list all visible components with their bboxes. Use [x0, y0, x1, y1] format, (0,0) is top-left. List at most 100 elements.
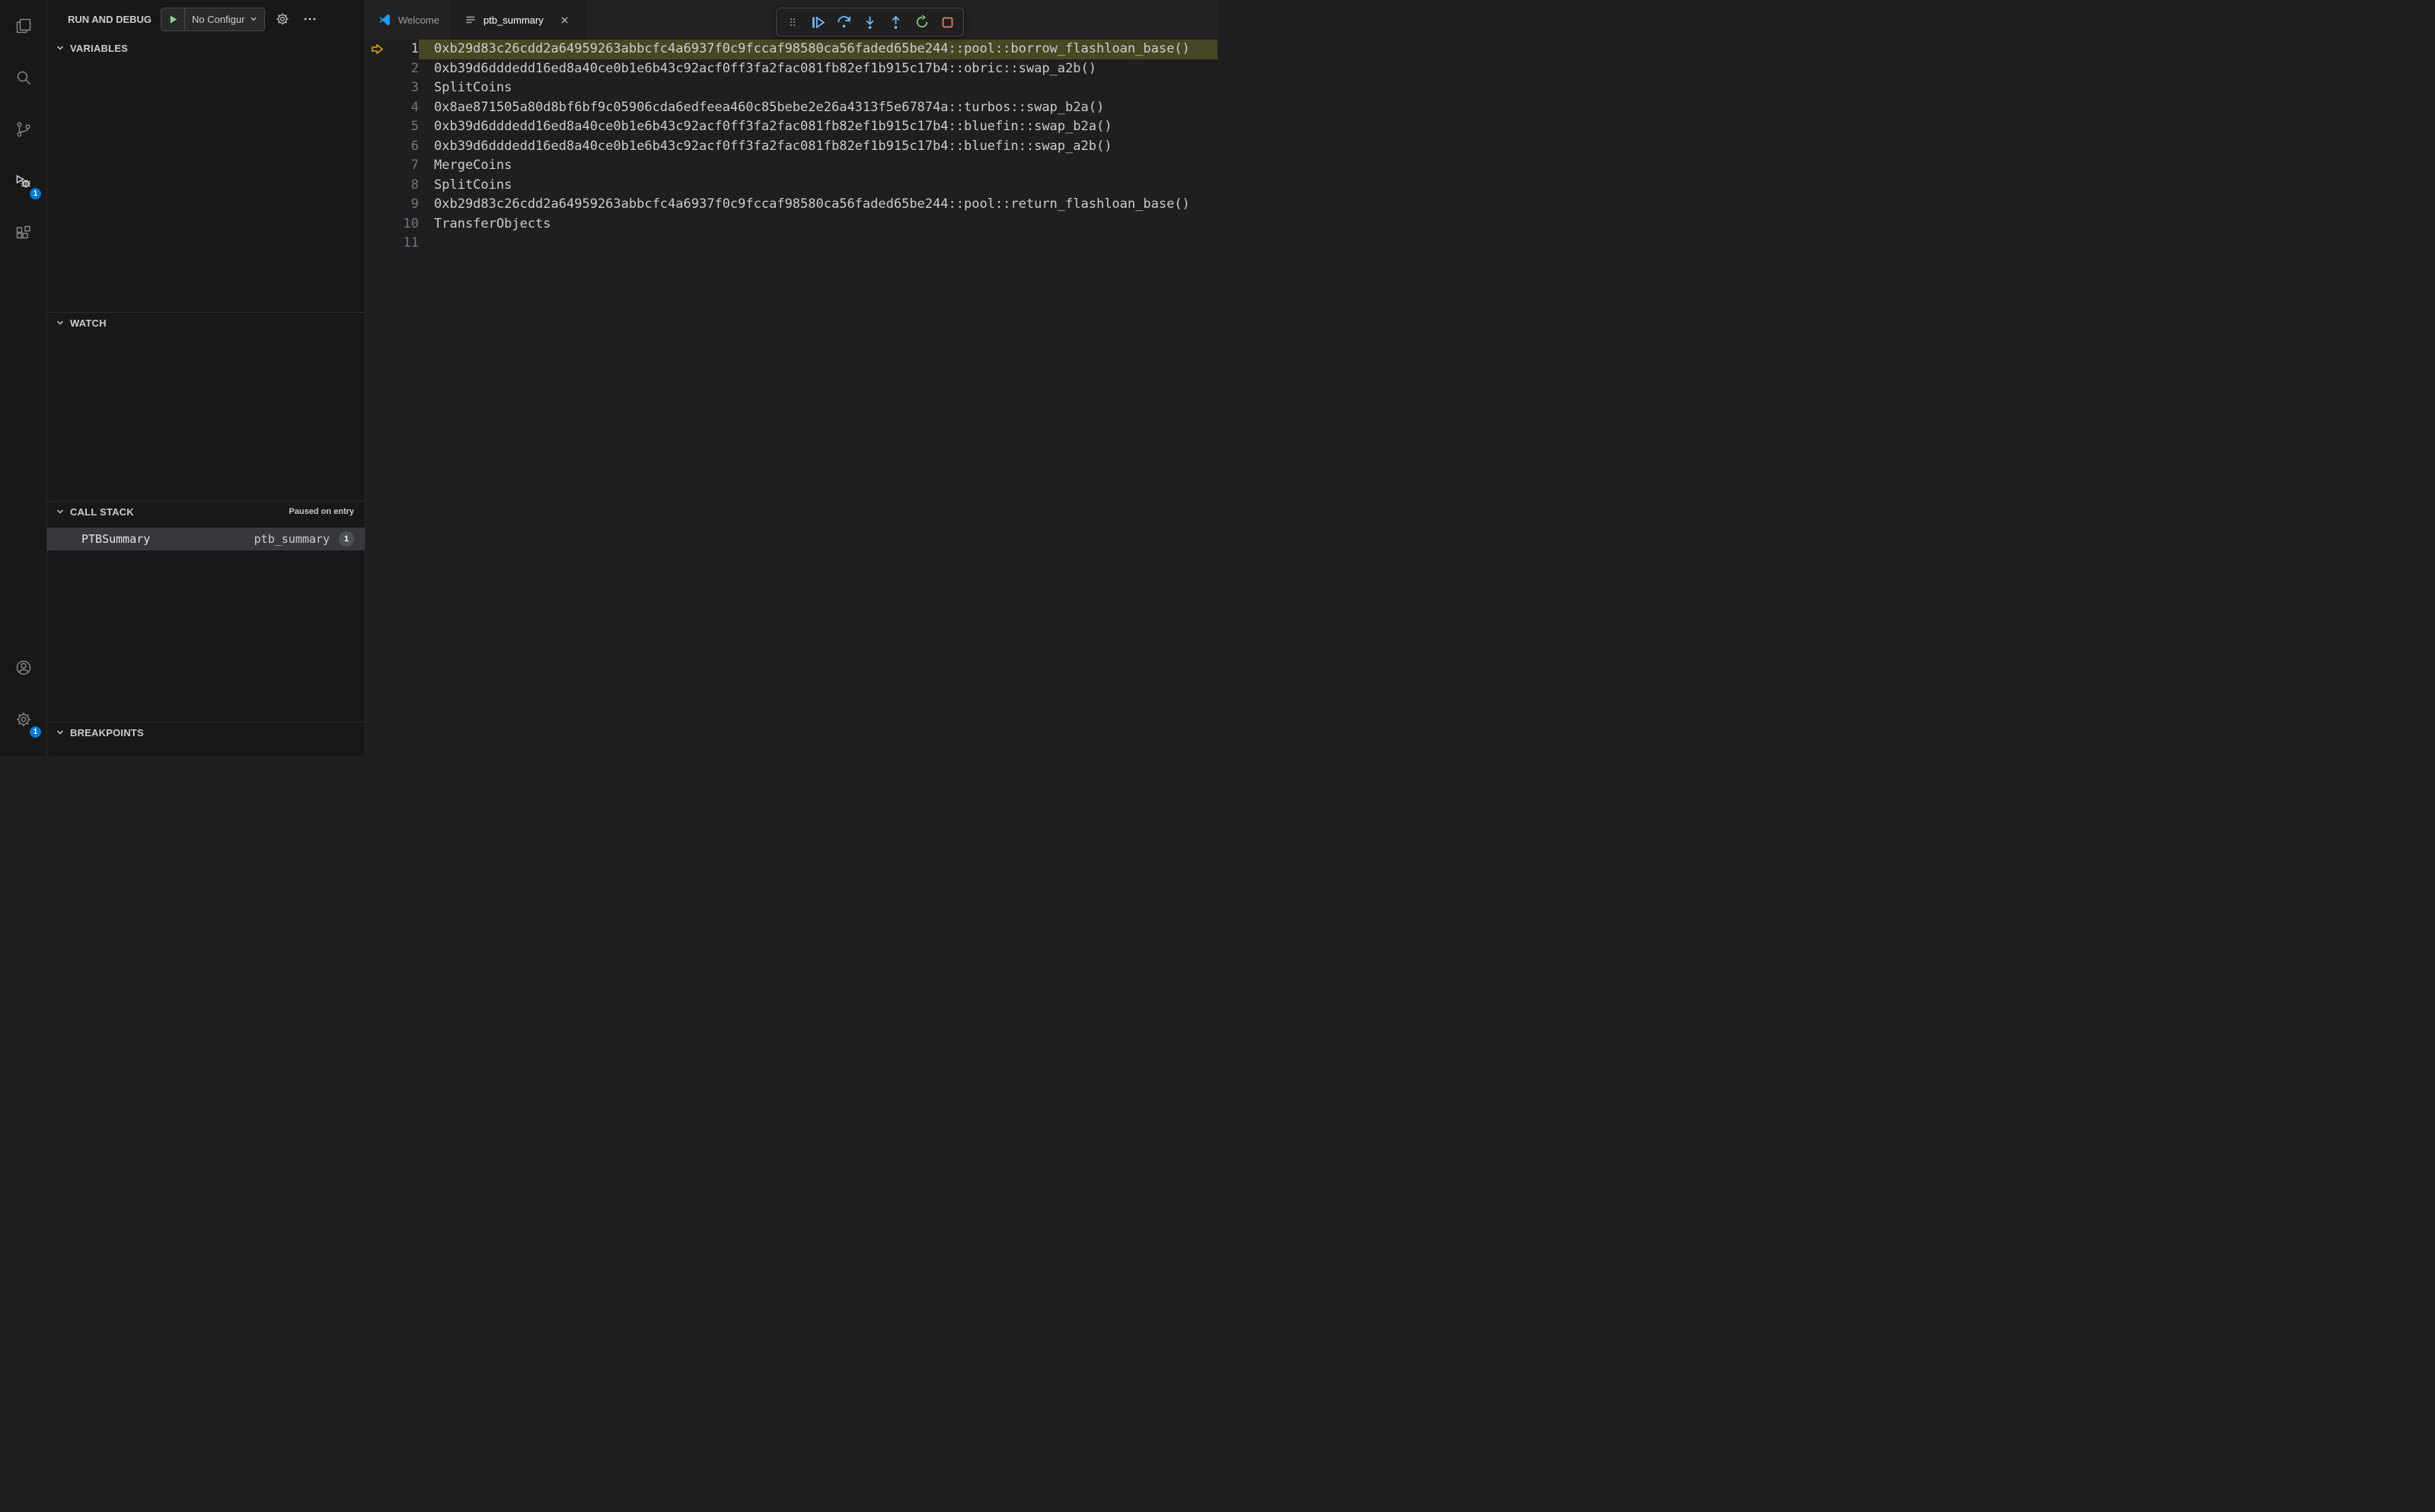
code-lines: 1 0xb29d83c26cdd2a64959263abbcfc4a6937f0c… [365, 40, 1218, 254]
start-debugging-button[interactable] [161, 8, 184, 30]
code-line[interactable]: 2 0xb39d6dddedd16ed8a40ce0b1e6b43c92acf0f… [365, 59, 1218, 79]
breakpoints-header[interactable]: BREAKPOINTS [47, 723, 365, 742]
code-line[interactable]: 4 0x8ae871505a80d8bf6bf9c05906cda6edfeea4… [365, 98, 1218, 118]
activity-item-settings[interactable]: 1 [0, 694, 47, 745]
activity-item-explorer[interactable] [0, 0, 47, 52]
code-line[interactable]: 1 0xb29d83c26cdd2a64959263abbcfc4a6937f0c… [365, 40, 1218, 59]
call-stack-section: CALL STACK Paused on entry PTBSummary ptb… [47, 501, 365, 722]
chevron-down-icon [251, 17, 257, 21]
stack-frame[interactable]: PTBSummary ptb_summary 1 [47, 528, 365, 550]
activity-item-run-and-debug[interactable]: 1 [0, 155, 47, 207]
account-icon [16, 660, 31, 675]
tab-label: ptb_summary [483, 14, 544, 26]
toolbar-drag-handle[interactable] [780, 11, 805, 34]
activity-item-source-control[interactable] [0, 104, 47, 155]
code-line[interactable]: 10 TransferObjects [365, 215, 1218, 234]
tab-ptb-summary[interactable]: ptb_summary [452, 0, 586, 40]
debug-step-into-icon [866, 16, 874, 29]
frame-badge: 1 [339, 531, 354, 547]
extensions-icon [16, 225, 30, 239]
source-control-icon [17, 122, 30, 137]
sidebar-title: RUN AND DEBUG [68, 13, 152, 25]
debug-badge: 1 [29, 187, 42, 200]
line-text: 0xb29d83c26cdd2a64959263abbcfc4a6937f0c9… [434, 196, 1190, 212]
line-number: 6 [410, 138, 419, 154]
debug-config-dropdown[interactable]: No Configur [185, 8, 264, 30]
frame-file: ptb_summary [254, 532, 330, 546]
watch-section: WATCH [47, 312, 365, 501]
debug-toolbar [776, 8, 964, 37]
play-icon [170, 14, 177, 24]
watch-header[interactable]: WATCH [47, 313, 365, 333]
variables-section: VARIABLES [47, 38, 365, 312]
debug-step-out-icon [892, 15, 900, 29]
activity-item-accounts[interactable] [0, 642, 47, 694]
call-stack-title: CALL STACK [70, 506, 134, 518]
step-into-button[interactable] [857, 11, 882, 34]
chevron-down-icon [56, 509, 64, 514]
code-line[interactable]: 3 SplitCoins [365, 78, 1218, 98]
ellipsis-icon [305, 18, 316, 21]
gripper-icon [790, 18, 795, 27]
editor-area: Welcome ptb_summary 1 0xb29d83c26cdd2a64… [365, 0, 1218, 756]
line-text: 0xb29d83c26cdd2a64959263abbcfc4a6937f0c9… [419, 40, 1218, 59]
debug-continue-icon [812, 16, 825, 28]
gear-icon [16, 712, 31, 727]
call-stack-header[interactable]: CALL STACK Paused on entry [47, 502, 365, 522]
line-text: 0xb39d6dddedd16ed8a40ce0b1e6b43c92acf0ff… [434, 119, 1112, 134]
line-number: 4 [410, 99, 419, 115]
activity-bar: 1 1 [0, 0, 47, 756]
line-number: 11 [403, 235, 419, 250]
debug-settings-button[interactable] [273, 9, 292, 29]
line-text: 0xb39d6dddedd16ed8a40ce0b1e6b43c92acf0ff… [434, 138, 1112, 154]
stop-button[interactable] [935, 11, 960, 34]
chevron-down-icon [56, 730, 64, 735]
variables-header[interactable]: VARIABLES [47, 38, 365, 58]
line-number: 5 [410, 119, 419, 134]
tab-welcome[interactable]: Welcome [365, 0, 452, 40]
settings-badge: 1 [29, 726, 42, 738]
glyph-margin[interactable] [365, 43, 388, 56]
code-line[interactable]: 11 [365, 234, 1218, 254]
step-over-button[interactable] [831, 11, 857, 34]
continue-button[interactable] [806, 11, 831, 34]
activity-item-extensions[interactable] [0, 207, 47, 259]
line-text: 0x8ae871505a80d8bf6bf9c05906cda6edfeea46… [434, 99, 1105, 115]
debug-launch-bar: No Configur [161, 7, 266, 31]
frame-name: PTBSummary [81, 532, 151, 546]
code-line[interactable]: 6 0xb39d6dddedd16ed8a40ce0b1e6b43c92acf0f… [365, 137, 1218, 157]
code-line[interactable]: 7 MergeCoins [365, 156, 1218, 176]
line-number: 8 [410, 177, 419, 193]
call-stack-list: PTBSummary ptb_summary 1 [47, 522, 365, 722]
activity-item-search[interactable] [0, 52, 47, 104]
debug-step-over-icon [838, 15, 851, 27]
gear-icon [276, 13, 289, 25]
line-number: 10 [403, 215, 419, 231]
code-line[interactable]: 8 SplitCoins [365, 176, 1218, 196]
line-number: 9 [410, 196, 419, 212]
line-text: TransferObjects [434, 215, 551, 231]
variables-body [47, 58, 365, 312]
watch-body [47, 333, 365, 501]
close-icon[interactable] [557, 11, 573, 28]
breakpoints-title: BREAKPOINTS [70, 726, 144, 738]
debug-icon [16, 174, 30, 188]
line-number: 2 [410, 60, 419, 76]
code-line[interactable]: 5 0xb39d6dddedd16ed8a40ce0b1e6b43c92acf0f… [365, 117, 1218, 137]
tab-label: Welcome [398, 14, 439, 26]
call-stack-status: Paused on entry [289, 507, 354, 516]
restart-button[interactable] [909, 11, 934, 34]
activity-bar-top: 1 [0, 0, 46, 259]
line-text: MergeCoins [434, 158, 512, 173]
stackframe-arrow-icon [371, 44, 383, 55]
line-number: 1 [410, 41, 419, 56]
variables-title: VARIABLES [70, 42, 128, 54]
line-text: SplitCoins [434, 80, 512, 95]
code-editor[interactable]: 1 0xb29d83c26cdd2a64959263abbcfc4a6937f0c… [365, 40, 1218, 756]
code-line[interactable]: 9 0xb29d83c26cdd2a64959263abbcfc4a6937f0c… [365, 195, 1218, 215]
vscode-logo-icon [379, 14, 390, 26]
more-actions-button[interactable] [300, 9, 320, 29]
line-text: 0xb39d6dddedd16ed8a40ce0b1e6b43c92acf0ff… [434, 60, 1096, 76]
step-out-button[interactable] [883, 11, 908, 34]
activity-bar-bottom: 1 [0, 642, 46, 745]
